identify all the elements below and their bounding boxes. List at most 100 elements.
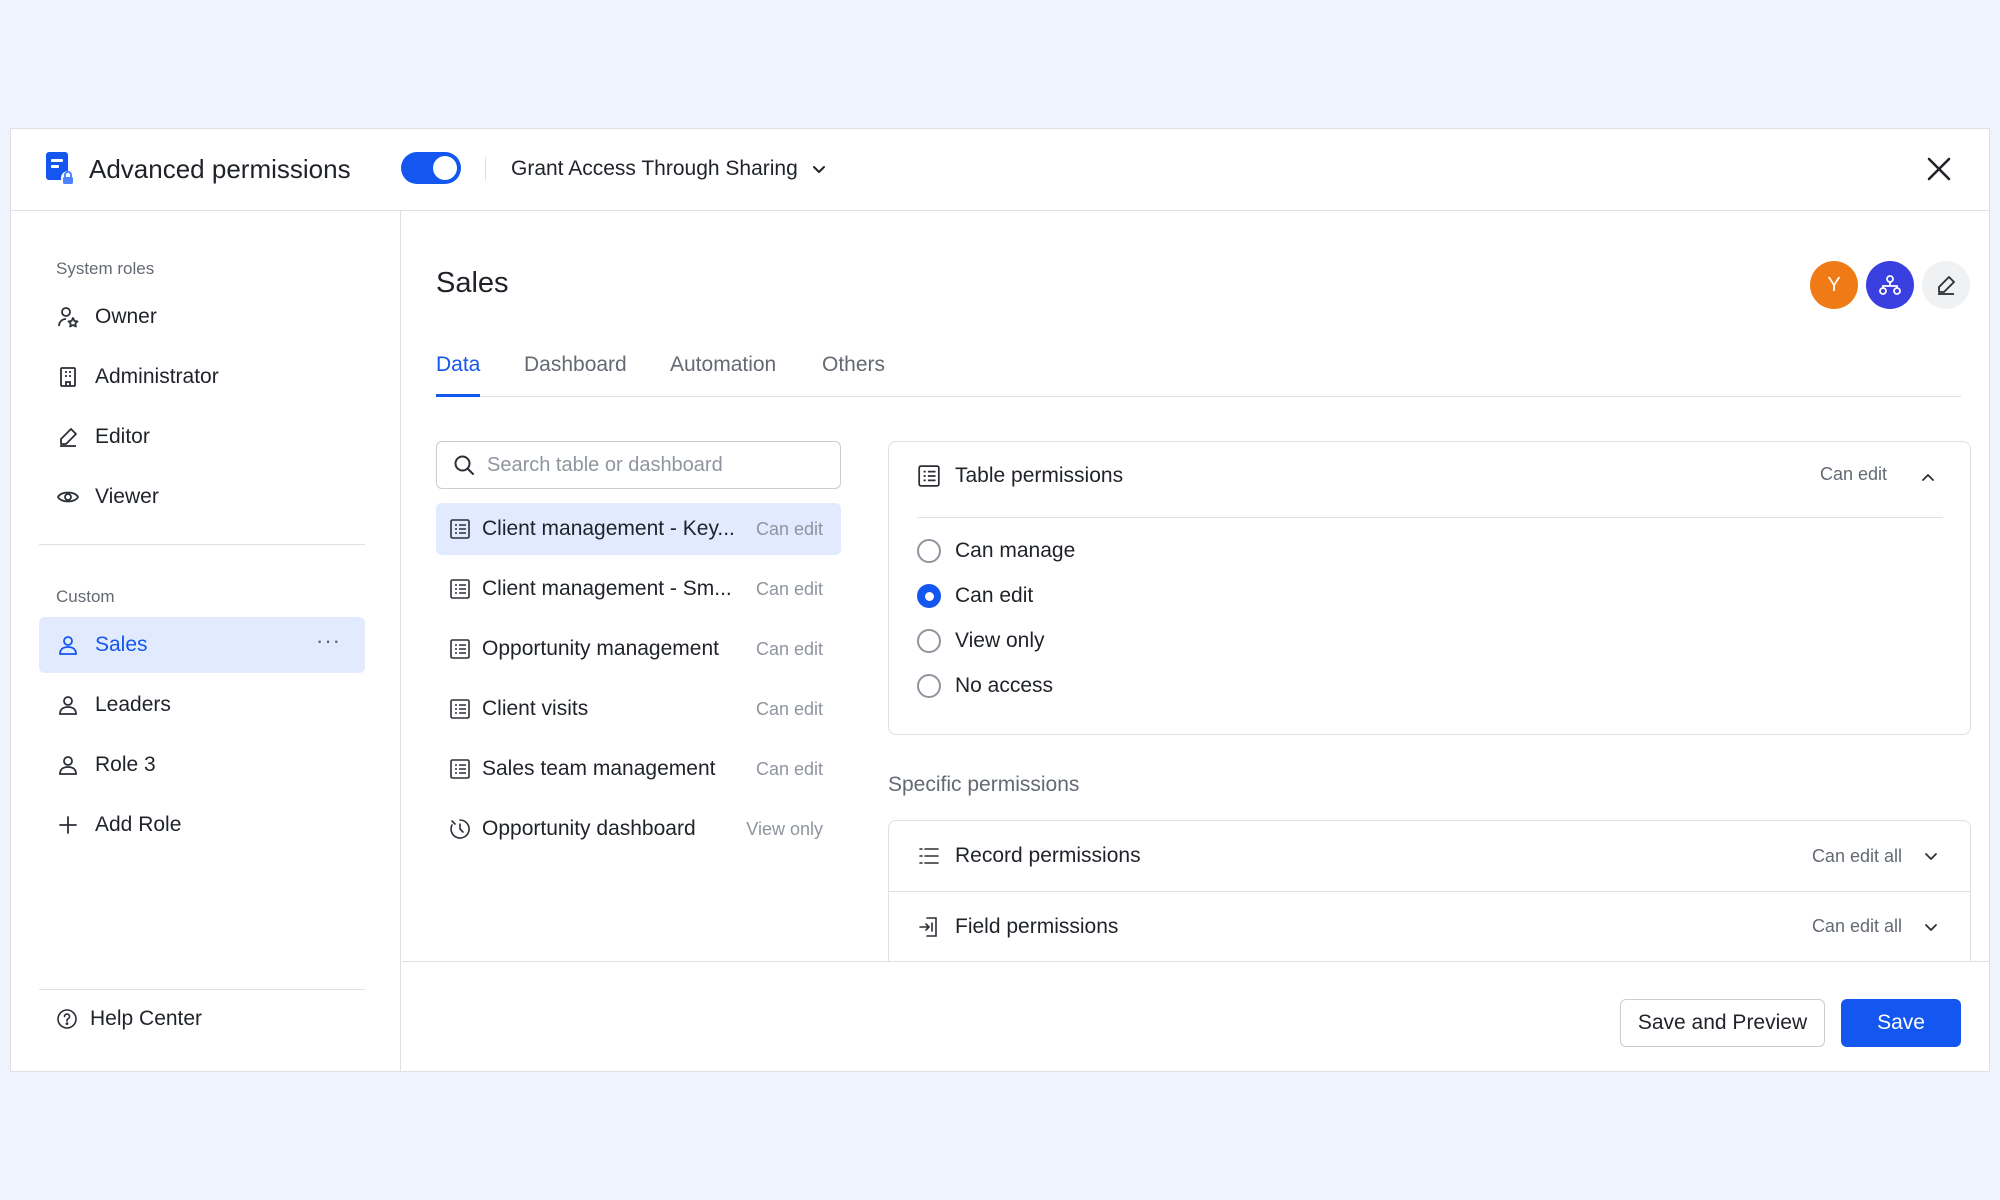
avatar-initial: Y: [1827, 273, 1841, 296]
table-permission: Can edit: [755, 698, 823, 719]
save-and-preview-button[interactable]: Save and Preview: [1620, 999, 1825, 1047]
radio-no-access[interactable]: No access: [917, 674, 1053, 698]
tab-dashboard[interactable]: Dashboard: [524, 347, 627, 397]
sidebar-divider: [39, 989, 365, 990]
list-item[interactable]: Opportunity management Can edit: [436, 623, 841, 675]
user-icon: [55, 692, 81, 718]
add-role-button[interactable]: Add Role: [39, 797, 365, 853]
pencil-icon: [55, 424, 81, 450]
chevron-down-icon: [1925, 923, 1937, 931]
org-chart-button[interactable]: [1866, 261, 1914, 309]
chevron-up-icon[interactable]: [1919, 468, 1937, 486]
radio-label: View only: [955, 629, 1045, 652]
table-name: Client visits: [482, 697, 589, 720]
table-name: Opportunity dashboard: [482, 817, 696, 840]
sidebar-item-sales[interactable]: Sales ···: [39, 617, 365, 673]
add-role-label: Add Role: [95, 813, 182, 836]
help-center-link[interactable]: Help Center: [56, 1007, 202, 1031]
table-name: Client management - Key...: [482, 517, 735, 540]
table-icon: [918, 465, 940, 487]
table-permissions-value: Can edit: [1819, 464, 1887, 484]
tab-automation[interactable]: Automation: [670, 347, 776, 397]
table-permission: Can edit: [755, 518, 823, 539]
table-name: Client management - Sm...: [482, 577, 732, 600]
org-chart-icon: [1879, 275, 1901, 295]
search-input[interactable]: [487, 453, 807, 477]
tab-others[interactable]: Others: [822, 347, 885, 397]
table-icon: [448, 697, 472, 721]
table-permissions-title: Table permissions: [955, 464, 1124, 487]
roles-sidebar: System roles Owner Administrator Editor …: [11, 211, 401, 1071]
sidebar-divider: [39, 544, 365, 545]
sidebar-item-editor[interactable]: Editor: [39, 409, 365, 465]
avatar[interactable]: Y: [1810, 261, 1858, 309]
owner-icon: [55, 304, 81, 330]
tab-data[interactable]: Data: [436, 347, 481, 397]
building-icon: [55, 364, 81, 390]
dialog-footer: Save and Preview Save: [402, 961, 1989, 1071]
radio-can-manage[interactable]: Can manage: [917, 539, 1075, 563]
sidebar-item-viewer[interactable]: Viewer: [39, 469, 365, 525]
radio-view-only[interactable]: View only: [917, 629, 1045, 653]
radio-label: No access: [955, 674, 1054, 697]
sidebar-item-label: Editor: [95, 425, 150, 448]
radio-can-edit[interactable]: Can edit: [917, 584, 1033, 608]
close-icon[interactable]: [1923, 153, 1955, 185]
dialog-header: Advanced permissions Grant Access Throug…: [11, 129, 1989, 211]
toggle-knob: [433, 156, 457, 180]
radio-button-selected: [917, 584, 941, 608]
record-permissions-title: Record permissions: [955, 844, 1141, 867]
field-permissions-row[interactable]: Field permissions Can edit all: [888, 891, 1971, 961]
sidebar-item-label: Role 3: [95, 753, 156, 776]
radio-button: [917, 629, 941, 653]
field-permissions-title: Field permissions: [955, 914, 1119, 938]
table-icon: [448, 577, 472, 601]
field-permissions-value: Can edit all: [1811, 916, 1902, 936]
table-permission: Can edit: [755, 758, 823, 779]
user-icon: [55, 632, 81, 658]
dashboard-icon: [448, 817, 472, 841]
advanced-permissions-toggle[interactable]: [401, 152, 461, 184]
sidebar-item-leaders[interactable]: Leaders: [39, 677, 365, 733]
permissions-logo-icon: [46, 152, 75, 185]
field-icon: [917, 915, 941, 939]
page-title: Sales: [436, 267, 509, 299]
table-permissions-header[interactable]: Table permissions Can edit: [917, 462, 1943, 518]
edit-icon: [1938, 276, 1955, 295]
sidebar-item-administrator[interactable]: Administrator: [39, 349, 365, 405]
list-item[interactable]: Sales team management Can edit: [436, 743, 841, 795]
permissions-dialog: Advanced permissions Grant Access Throug…: [10, 128, 1990, 1072]
radio-label: Can edit: [955, 584, 1034, 607]
plus-icon: [55, 812, 81, 838]
list-item[interactable]: Client management - Sm... Can edit: [436, 563, 841, 615]
table-icon: [448, 757, 472, 781]
system-roles-heading: System roles: [56, 259, 155, 278]
list-item[interactable]: Client management - Key... Can edit: [436, 503, 841, 555]
sidebar-item-owner[interactable]: Owner: [39, 289, 365, 345]
save-button[interactable]: Save: [1841, 999, 1961, 1047]
edit-role-button[interactable]: [1922, 261, 1970, 309]
more-options-icon[interactable]: ···: [316, 630, 341, 652]
search-box: [436, 441, 841, 489]
radio-label: Can manage: [955, 539, 1076, 562]
record-permissions-row[interactable]: Record permissions Can edit all: [888, 820, 1971, 892]
header-divider: [485, 157, 486, 181]
record-permissions-value: Can edit all: [1811, 845, 1902, 866]
sidebar-item-label: Administrator: [95, 365, 219, 388]
radio-button: [917, 674, 941, 698]
grant-access-dropdown[interactable]: Grant Access Through Sharing: [511, 151, 828, 187]
list-item[interactable]: Opportunity dashboard View only: [436, 803, 841, 855]
table-icon: [448, 517, 472, 541]
chevron-down-icon: [812, 166, 825, 173]
eye-icon: [55, 484, 81, 510]
list-icon: [917, 844, 941, 868]
radio-button: [917, 539, 941, 563]
help-center-label: Help Center: [90, 1007, 203, 1030]
sidebar-item-role-3[interactable]: Role 3: [39, 737, 365, 793]
table-name: Opportunity management: [482, 637, 719, 660]
table-permission: Can edit: [755, 638, 823, 659]
list-item[interactable]: Client visits Can edit: [436, 683, 841, 735]
table-permission: View only: [746, 818, 823, 839]
table-permissions-panel: Table permissions Can edit Can manage Ca…: [888, 441, 1971, 735]
help-icon: [57, 1009, 77, 1029]
